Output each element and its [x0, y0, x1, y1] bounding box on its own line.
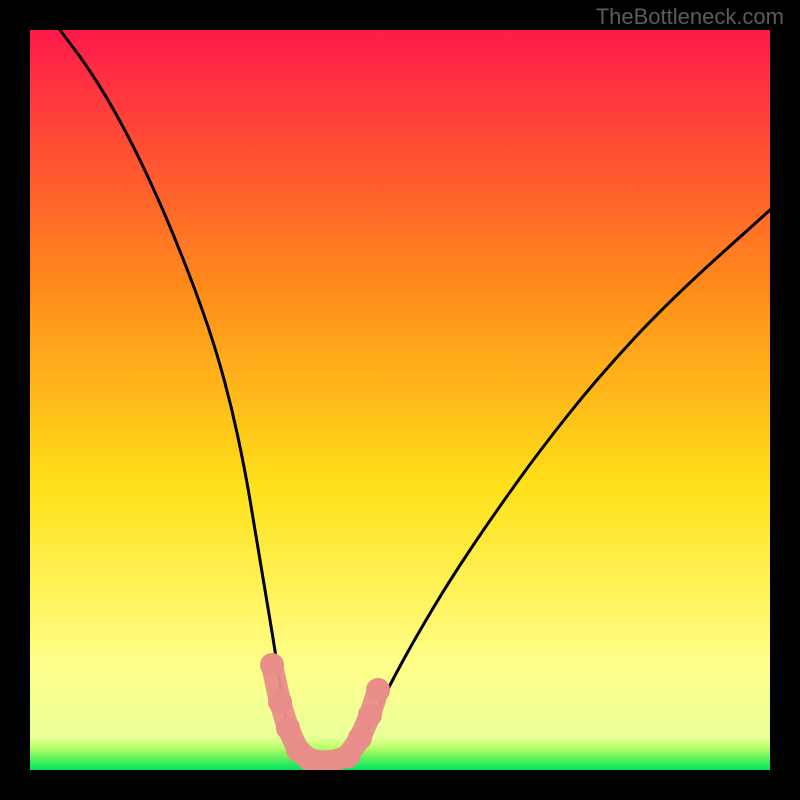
marker-dot	[358, 703, 382, 727]
gradient-background	[30, 30, 770, 770]
chart-svg	[30, 30, 770, 770]
marker-dot	[366, 678, 390, 702]
plot-area	[30, 30, 770, 770]
marker-dot	[348, 726, 372, 750]
marker-dot	[276, 716, 300, 740]
marker-dot	[268, 690, 292, 714]
chart-frame: TheBottleneck.com	[0, 0, 800, 800]
marker-dot	[260, 653, 284, 677]
watermark-text: TheBottleneck.com	[596, 4, 784, 30]
